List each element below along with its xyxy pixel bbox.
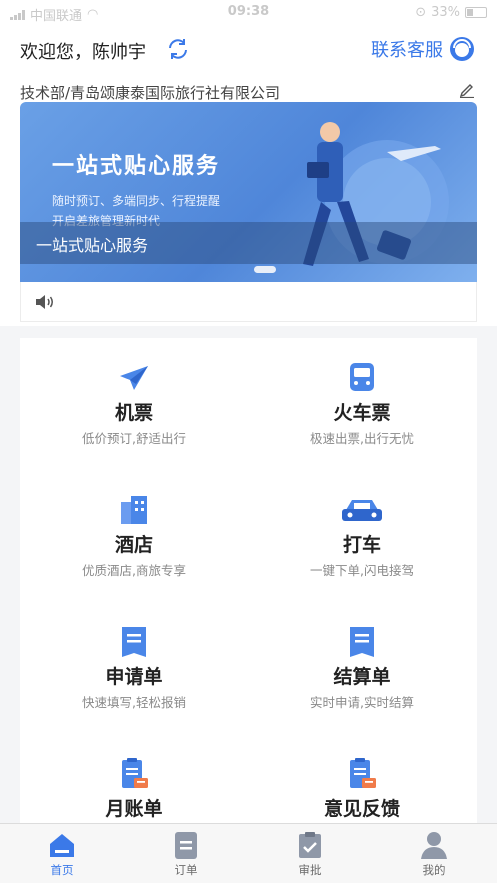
hotel-icon	[121, 496, 147, 524]
service-taxi[interactable]: 打车 一键下单,闪电接驾	[248, 470, 476, 600]
service-desc: 实时申请,实时结算	[310, 695, 414, 710]
feedback-icon	[350, 758, 376, 788]
service-desc: 极速出票,出行无忧	[310, 431, 414, 446]
greeting-text: 欢迎您，陈帅宇	[20, 42, 146, 63]
service-desc: 低价预订,舒适出行	[82, 431, 186, 446]
customer-service-icon	[450, 37, 474, 61]
banner-page-indicator	[254, 266, 276, 273]
document-icon	[122, 627, 146, 657]
tab-profile[interactable]: 我的	[394, 830, 474, 878]
contact-service-button[interactable]: 联系客服	[371, 36, 475, 62]
order-icon	[175, 832, 197, 859]
home-header: 欢迎您，陈帅宇 联系客服 技术部/青岛颂康泰国际旅行社有限公司 一站式贴心服务 …	[0, 26, 497, 326]
service-settlement[interactable]: 结算单 实时申请,实时结算	[248, 602, 476, 732]
tab-orders[interactable]: 订单	[146, 830, 226, 878]
contact-service-label: 联系客服	[371, 40, 443, 61]
airplane-icon	[120, 366, 148, 390]
profile-icon	[421, 832, 447, 859]
document-icon	[350, 627, 374, 657]
service-application[interactable]: 申请单 快速填写,轻松报销	[20, 602, 248, 732]
service-name: 月账单	[105, 798, 163, 820]
tab-label: 订单	[174, 863, 198, 877]
battery-icon	[465, 7, 487, 18]
battery-info: ⊙ 33%	[415, 5, 487, 20]
service-name: 火车票	[333, 402, 391, 424]
service-flight[interactable]: 机票 低价预订,舒适出行	[20, 338, 248, 468]
edit-icon[interactable]	[459, 82, 475, 98]
service-name: 机票	[114, 402, 153, 424]
banner-headline: 一站式贴心服务	[52, 154, 221, 179]
train-icon	[350, 363, 374, 391]
tab-home[interactable]: 首页	[22, 830, 102, 878]
service-name: 打车	[342, 534, 381, 556]
orientation-lock-icon: ⊙	[415, 5, 427, 20]
tab-approval[interactable]: 审批	[270, 830, 350, 878]
service-grid: 机票 低价预订,舒适出行 火车票 极速出票,出行无忧 酒店 优质酒店,商旅专享	[20, 338, 477, 828]
battery-percent: 33%	[431, 5, 460, 20]
tab-label: 审批	[298, 863, 322, 877]
service-name: 结算单	[333, 666, 391, 688]
service-train[interactable]: 火车票 极速出票,出行无忧	[248, 338, 476, 468]
service-name: 申请单	[105, 666, 163, 688]
service-hotel[interactable]: 酒店 优质酒店,商旅专享	[20, 470, 248, 600]
tab-label: 我的	[422, 863, 446, 877]
company-department: 技术部/青岛颂康泰国际旅行社有限公司	[20, 84, 281, 102]
banner-line-1: 随时预订、多端同步、行程提醒	[52, 194, 221, 208]
home-icon	[50, 834, 74, 857]
notice-bar[interactable]	[20, 282, 477, 322]
service-desc: 优质酒店,商旅专享	[82, 563, 186, 578]
car-icon	[342, 500, 382, 521]
refresh-icon[interactable]	[166, 37, 190, 61]
speaker-icon	[36, 295, 53, 309]
service-desc: 一键下单,闪电接驾	[310, 563, 414, 578]
status-bar: 中国联通 ◠ 09:38 ⊙ 33%	[0, 0, 497, 26]
banner-caption: 一站式贴心服务	[36, 236, 149, 255]
bill-icon	[122, 758, 148, 788]
service-name: 酒店	[114, 534, 153, 556]
bottom-tab-bar: 首页 订单 审批 我的	[0, 823, 497, 883]
promo-banner[interactable]: 一站式贴心服务 随时预订、多端同步、行程提醒 开启差旅管理新时代 一站式贴心服务	[20, 102, 477, 282]
service-name: 意见反馈	[323, 798, 400, 820]
approval-icon	[299, 832, 321, 858]
tab-label: 首页	[50, 863, 74, 877]
service-desc: 快速填写,轻松报销	[82, 695, 186, 710]
